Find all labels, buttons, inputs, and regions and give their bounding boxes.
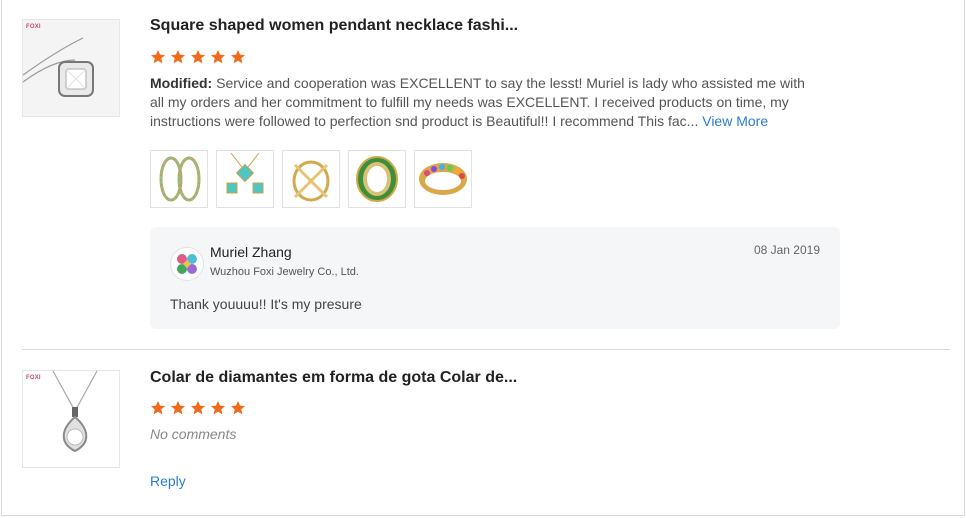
- star-icon: [211, 401, 225, 415]
- product-title[interactable]: Colar de diamantes em forma de gota Cola…: [150, 369, 517, 387]
- product-thumbnail[interactable]: FOXI: [22, 19, 120, 117]
- no-comments-text: No comments: [150, 426, 237, 442]
- star-icon: [191, 401, 205, 415]
- avatar-icon: [170, 247, 204, 281]
- star-rating: [150, 49, 246, 65]
- star-icon: [191, 50, 205, 64]
- brand-mark: FOXI: [26, 24, 41, 30]
- star-icon: [231, 50, 245, 64]
- seller-reply: Muriel Zhang Wuzhou Foxi Jewelry Co., Lt…: [150, 227, 840, 329]
- view-more-link[interactable]: View More: [702, 113, 768, 129]
- review-divider: [22, 349, 950, 350]
- reply-date: 08 Jan 2019: [753, 243, 820, 257]
- star-icon: [231, 401, 245, 415]
- review-comment: Modified: Service and cooperation was EX…: [150, 74, 810, 131]
- reply-company: Wuzhou Foxi Jewelry Co., Ltd.: [210, 266, 359, 278]
- star-icon: [171, 401, 185, 415]
- review-photo-earrings[interactable]: [150, 150, 208, 208]
- star-icon: [151, 50, 165, 64]
- reply-link[interactable]: Reply: [150, 473, 186, 489]
- product-thumbnail[interactable]: FOXI: [22, 370, 120, 468]
- star-icon: [171, 50, 185, 64]
- star-rating: [150, 400, 246, 416]
- star-icon: [211, 50, 225, 64]
- modified-label: Modified:: [150, 75, 213, 91]
- review-photo-jewelry-set[interactable]: [216, 150, 274, 208]
- star-icon: [151, 401, 165, 415]
- review-photo-gallery: [150, 150, 472, 208]
- reply-text: Thank youuuu!! It's my presure: [170, 296, 362, 312]
- review-photo-green-ring[interactable]: [348, 150, 406, 208]
- product-title[interactable]: Square shaped women pendant necklace fas…: [150, 17, 518, 35]
- reply-author-name: Muriel Zhang: [210, 244, 292, 260]
- review-photo-cross-ring[interactable]: [282, 150, 340, 208]
- brand-mark: FOXI: [26, 375, 41, 381]
- review-photo-multicolor-ring[interactable]: [414, 150, 472, 208]
